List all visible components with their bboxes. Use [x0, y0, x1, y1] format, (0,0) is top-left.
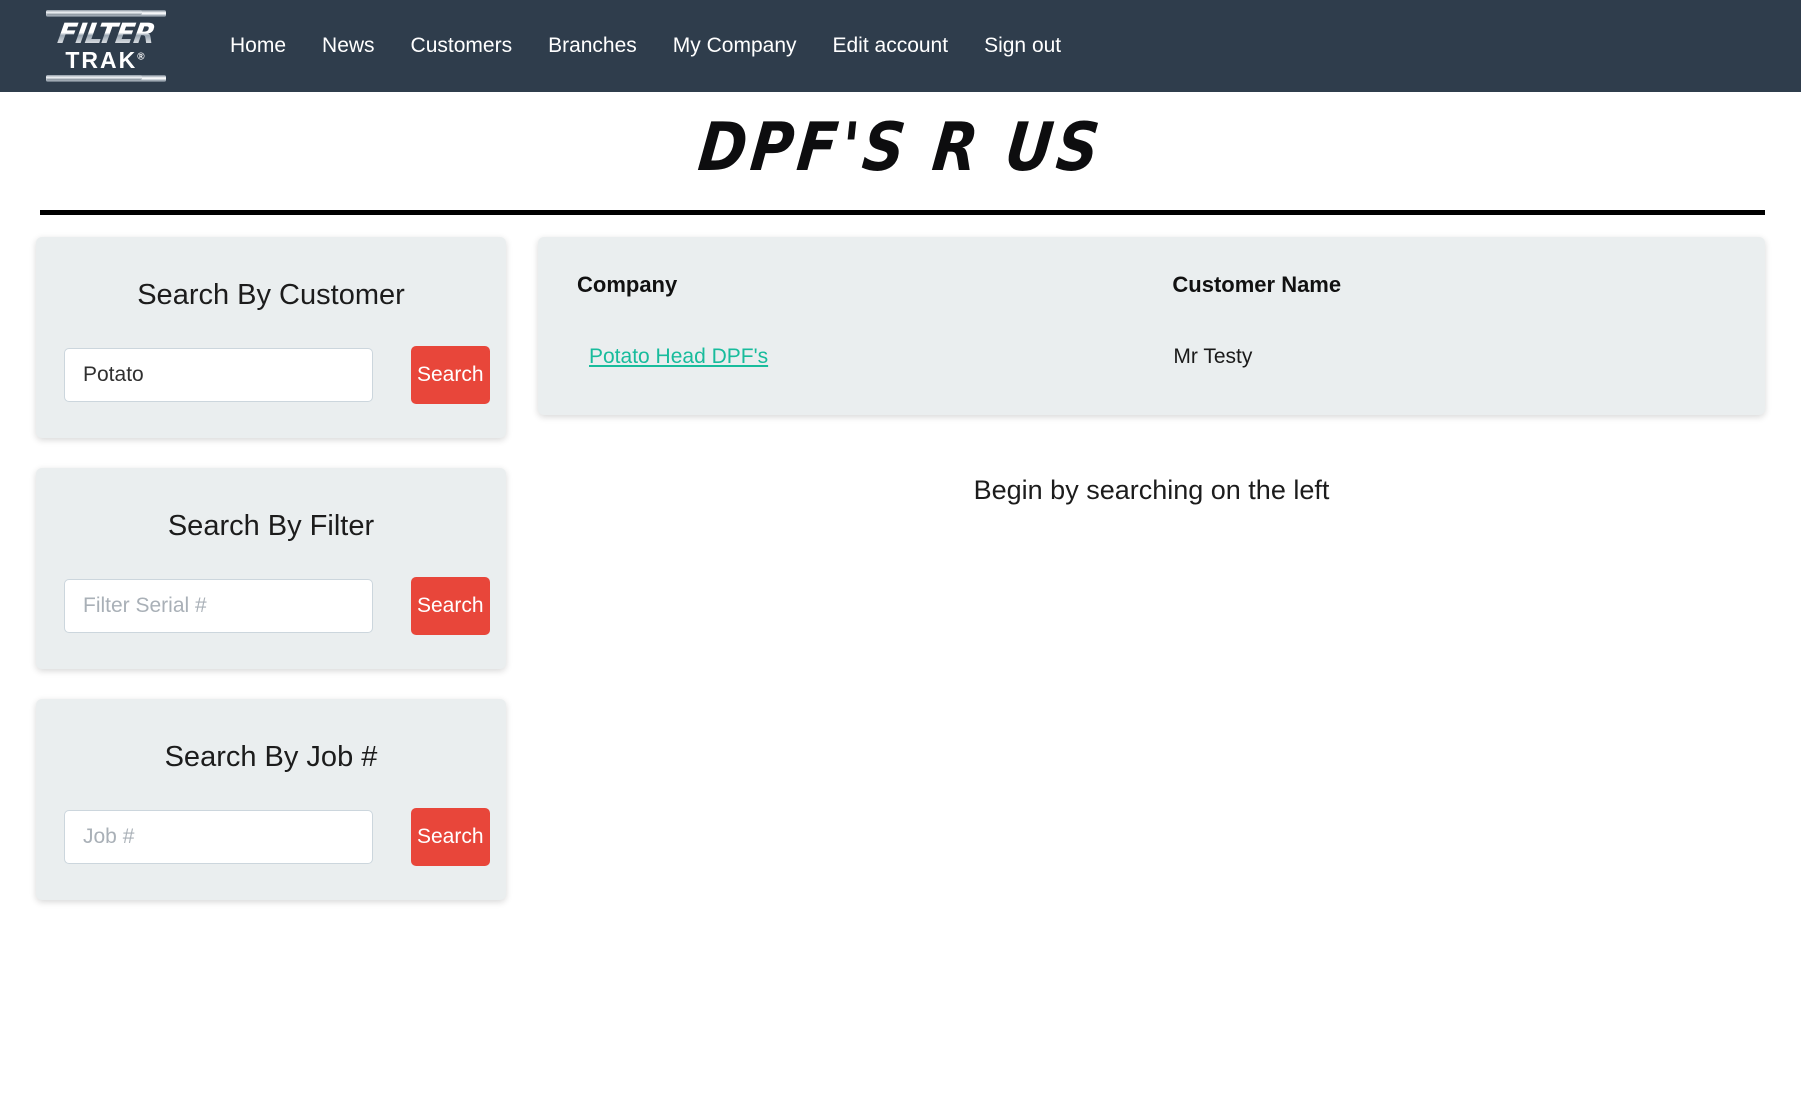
nav-link-home[interactable]: Home	[212, 24, 304, 68]
nav-link-edit-account[interactable]: Edit account	[815, 24, 967, 68]
company-title: DPF'S R US	[694, 107, 1107, 187]
logo-secondary-text: TRAK®	[65, 47, 147, 73]
results-table: Company Customer Name Potato Head DPF's …	[576, 271, 1721, 375]
search-by-customer-card: Search By Customer Search	[36, 237, 506, 438]
table-row: Potato Head DPF's Mr Testy	[576, 344, 1721, 375]
empty-state-hint: Begin by searching on the left	[973, 475, 1330, 505]
nav-link-sign-out[interactable]: Sign out	[966, 24, 1079, 68]
search-by-filter-card: Search By Filter Search	[36, 468, 506, 669]
top-navigation-bar: FILTER TRAK® Home News Customers Branche…	[0, 0, 1801, 92]
search-by-customer-title: Search By Customer	[137, 279, 405, 311]
search-by-job-card: Search By Job # Search	[36, 699, 506, 900]
search-by-customer-row: Search	[64, 346, 490, 404]
nav-links: Home News Customers Branches My Company …	[212, 24, 1079, 68]
search-results-card: Company Customer Name Potato Head DPF's …	[538, 237, 1765, 415]
results-column: Company Customer Name Potato Head DPF's …	[538, 237, 1765, 506]
nav-link-customers[interactable]: Customers	[393, 24, 531, 68]
main-content: Search By Customer Search Search By Filt…	[0, 215, 1801, 930]
search-by-job-title: Search By Job #	[164, 741, 378, 773]
logo-primary-text: FILTER	[55, 17, 157, 50]
nav-link-my-company[interactable]: My Company	[655, 24, 815, 68]
nav-link-news[interactable]: News	[304, 24, 393, 68]
registered-mark-icon: ®	[137, 51, 147, 63]
filter-trak-logo[interactable]: FILTER TRAK®	[36, 10, 176, 82]
column-header-customer-name: Customer Name	[1172, 272, 1342, 297]
results-header-row: Company Customer Name	[576, 271, 1721, 344]
search-by-filter-title: Search By Filter	[167, 510, 375, 542]
cell-customer-name: Mr Testy	[1173, 345, 1253, 368]
company-title-banner: DPF'S R US	[0, 92, 1801, 202]
column-header-company: Company	[577, 272, 678, 297]
logo-band-bottom-icon	[46, 75, 166, 82]
search-panel-column: Search By Customer Search Search By Filt…	[36, 237, 506, 930]
customer-search-button[interactable]: Search	[411, 346, 490, 404]
search-by-job-row: Search	[64, 808, 490, 866]
logo-band-top-icon	[46, 10, 166, 17]
filter-search-button[interactable]: Search	[411, 577, 490, 635]
search-by-filter-row: Search	[64, 577, 490, 635]
nav-link-branches[interactable]: Branches	[530, 24, 655, 68]
job-search-button[interactable]: Search	[411, 808, 490, 866]
cell-company: Potato Head DPF's	[576, 344, 1171, 375]
customer-search-input[interactable]	[64, 348, 373, 402]
job-number-input[interactable]	[64, 810, 373, 864]
company-result-link[interactable]: Potato Head DPF's	[577, 345, 768, 368]
filter-serial-input[interactable]	[64, 579, 373, 633]
